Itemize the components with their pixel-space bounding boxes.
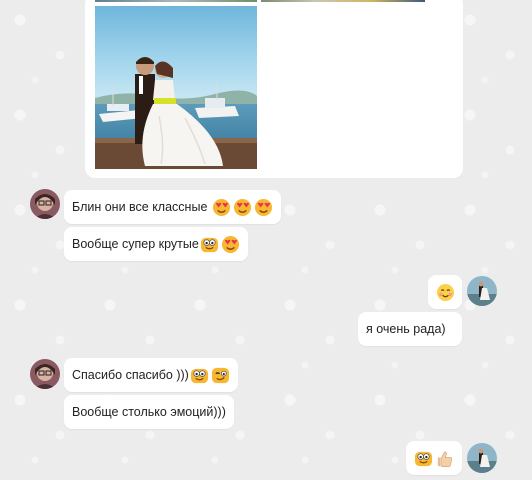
heart-eyes-icon	[212, 198, 231, 217]
message-outgoing[interactable]: я очень рада)	[358, 312, 462, 346]
message-text: Вообще столько эмоций)))	[72, 405, 226, 419]
message-text: Спасибо спасибо )))	[72, 368, 189, 382]
photo-album-message	[85, 0, 463, 178]
message-text: Вообще супер крутые	[72, 237, 199, 251]
blushing-smile-icon	[436, 283, 455, 302]
wedding-photo-image	[95, 6, 257, 169]
message-text: я очень рада)	[366, 322, 446, 336]
message-incoming[interactable]: Блин они все классные	[64, 190, 282, 224]
message-incoming[interactable]: Вообще столько эмоций)))	[64, 395, 234, 429]
wedding-photo[interactable]	[95, 6, 257, 169]
message-incoming[interactable]: Вообще супер крутые	[64, 227, 248, 261]
own-avatar[interactable]	[467, 276, 497, 306]
heart-eyes-icon	[254, 198, 273, 217]
thumbs-up-icon	[435, 449, 454, 468]
message-text: Блин они все классные	[72, 200, 208, 214]
photo-thumbnail-top-right[interactable]	[261, 0, 425, 2]
message-incoming[interactable]: Спасибо спасибо )))	[64, 358, 238, 392]
contact-avatar[interactable]	[30, 189, 60, 219]
own-avatar[interactable]	[467, 443, 497, 473]
bubble-eyes-icon	[190, 366, 209, 385]
photo-thumbnail-top-left[interactable]	[95, 0, 257, 2]
winking-icon	[211, 366, 230, 385]
heart-eyes-icon	[233, 198, 252, 217]
bubble-eyes-icon	[414, 449, 433, 468]
contact-avatar[interactable]	[30, 359, 60, 389]
heart-eyes-icon	[221, 235, 240, 254]
bubble-eyes-icon	[200, 235, 219, 254]
message-outgoing[interactable]	[428, 275, 462, 309]
message-outgoing[interactable]	[406, 441, 462, 475]
